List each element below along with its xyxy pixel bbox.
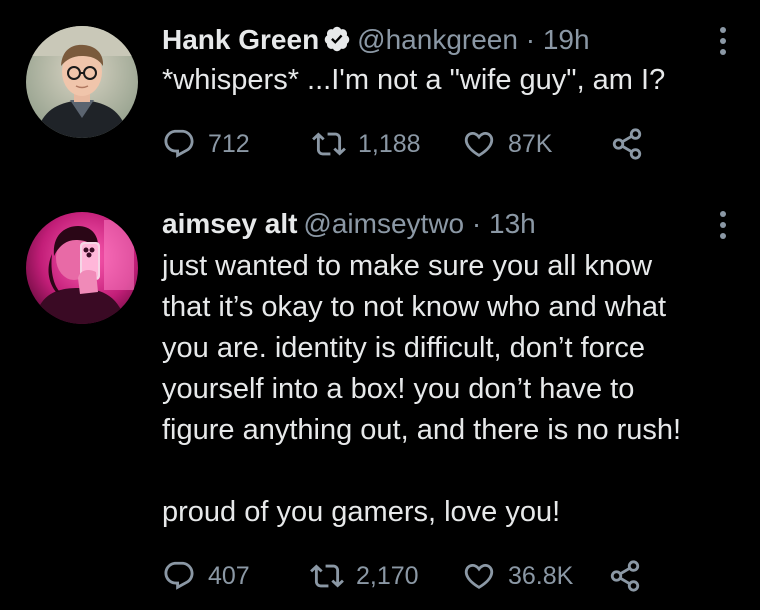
user-handle[interactable]: @hankgreen (357, 24, 518, 55)
share-icon (610, 560, 640, 592)
tweet[interactable]: Hank Green @hankgreen · 19h *whispers* .… (0, 0, 760, 190)
verified-badge-icon (324, 26, 350, 52)
retweet-icon (312, 132, 346, 156)
user-handle[interactable]: @aimseytwo (303, 208, 464, 239)
like-count: 87K (508, 129, 553, 158)
reply-icon (164, 561, 194, 590)
more-options-icon[interactable] (716, 210, 730, 240)
tweet[interactable]: aimsey alt @aimseytwo · 13h just wanted t… (0, 190, 760, 610)
tweet-content: aimsey alt @aimseytwo · 13h just wanted t… (162, 206, 730, 533)
more-options-icon[interactable] (716, 26, 730, 56)
reply-icon (164, 129, 194, 158)
avatar[interactable] (26, 26, 138, 138)
heart-icon (464, 131, 494, 157)
separator-dot: · (471, 208, 482, 239)
display-name[interactable]: aimsey alt (162, 208, 297, 239)
tweet-actions: 407 2,170 36.8K (162, 556, 722, 596)
avatar-photo-pink-selfie (26, 212, 138, 324)
tweet-text: *whispers* ...I'm not a "wife guy", am I… (162, 64, 666, 96)
tweet-content: Hank Green @hankgreen · 19h *whispers* .… (162, 22, 730, 101)
reply-button[interactable]: 407 (162, 556, 250, 596)
retweet-button[interactable]: 1,188 (312, 124, 421, 164)
tweet-header: Hank Green @hankgreen · 19h (162, 22, 730, 58)
tweet-timestamp[interactable]: 13h (489, 208, 536, 239)
tweet-actions: 712 1,188 87K (162, 124, 722, 164)
like-button[interactable]: 36.8K (462, 556, 573, 596)
avatar-photo-man-with-glasses (26, 26, 138, 138)
tweet-timestamp[interactable]: 19h (543, 24, 590, 55)
separator-dot: · (525, 24, 536, 55)
retweet-button[interactable]: 2,170 (310, 556, 419, 596)
retweet-icon (310, 564, 344, 588)
reply-count: 712 (208, 129, 250, 158)
like-count: 36.8K (508, 561, 574, 590)
reply-button[interactable]: 712 (162, 124, 250, 164)
retweet-count: 1,188 (358, 129, 421, 158)
display-name[interactable]: Hank Green (162, 24, 319, 55)
tweet-header: aimsey alt @aimseytwo · 13h (162, 206, 730, 242)
heart-icon (464, 563, 494, 589)
share-button[interactable] (610, 124, 644, 164)
avatar[interactable] (26, 212, 138, 324)
share-icon (612, 128, 642, 160)
reply-count: 407 (208, 561, 250, 590)
like-button[interactable]: 87K (462, 124, 552, 164)
tweet-text: just wanted to make sure you all know th… (162, 250, 682, 528)
share-button[interactable] (608, 556, 642, 596)
retweet-count: 2,170 (356, 561, 419, 590)
